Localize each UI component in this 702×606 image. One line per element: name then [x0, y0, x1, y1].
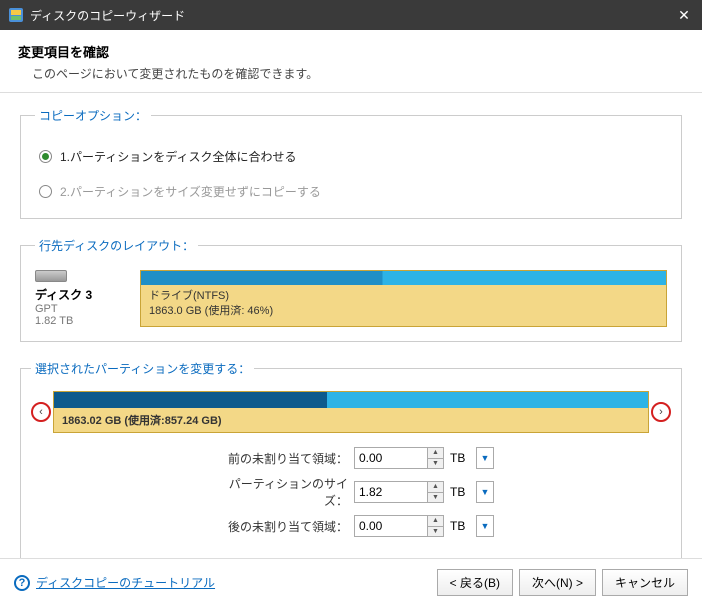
disk-icon — [35, 270, 67, 282]
resize-usage-bar — [54, 392, 648, 408]
unalloc-after-value: 0.00 — [359, 519, 382, 533]
unalloc-after-label: 後の未割り当て領域： — [208, 518, 348, 535]
unit-dropdown[interactable]: ▼ — [476, 481, 494, 503]
destination-layout-legend: 行先ディスクのレイアウト： — [35, 237, 198, 254]
tutorial-link[interactable]: ディスクコピーのチュートリアル — [36, 574, 215, 591]
chevron-down-icon: ▼ — [481, 487, 490, 497]
copy-option-1-label: 1.パーティションをディスク全体に合わせる — [60, 148, 296, 165]
unalloc-after-input[interactable]: 0.00 ▲▼ — [354, 515, 444, 537]
chevron-right-icon: › — [659, 406, 663, 418]
page-subtitle: このページにおいて変更されたものを確認できます。 — [32, 65, 684, 82]
spinner-down-icon[interactable]: ▼ — [427, 459, 443, 469]
copy-option-1[interactable]: 1.パーティションをディスク全体に合わせる — [39, 148, 667, 165]
resize-partition-group: 選択されたパーティションを変更する： ‹ 1863.02 GB (使用済:857… — [20, 360, 682, 560]
unit-label: TB — [450, 519, 470, 533]
partition-size-value: 1.82 — [359, 485, 382, 499]
copy-options-legend: コピーオプション： — [35, 107, 151, 124]
resize-handle-right[interactable]: › — [651, 402, 671, 422]
radio-icon — [39, 150, 52, 163]
unalloc-before-label: 前の未割り当て領域： — [208, 450, 348, 467]
chevron-left-icon: ‹ — [39, 406, 43, 418]
partition-label: ドライブ(NTFS) — [149, 289, 658, 304]
partition-box[interactable]: ドライブ(NTFS) 1863.0 GB (使用済: 46%) — [140, 270, 667, 327]
spinner-up-icon[interactable]: ▲ — [427, 482, 443, 493]
unalloc-before-value: 0.00 — [359, 451, 382, 465]
partition-usage-bar — [141, 271, 666, 285]
page-title: 変更項目を確認 — [18, 42, 684, 61]
unit-label: TB — [450, 485, 470, 499]
radio-icon — [39, 185, 52, 198]
disk-size: 1.82 TB — [35, 315, 130, 327]
close-icon[interactable]: ✕ — [674, 7, 694, 24]
resize-legend: 選択されたパーティションを変更する： — [31, 360, 254, 377]
disk-name: ディスク 3 — [35, 286, 130, 303]
partition-size: 1863.0 GB (使用済: 46%) — [149, 304, 658, 319]
spinner-down-icon[interactable]: ▼ — [427, 527, 443, 537]
destination-layout-group: 行先ディスクのレイアウト： ディスク 3 GPT 1.82 TB ドライブ(NT… — [20, 237, 682, 342]
resize-partition-box[interactable]: 1863.02 GB (使用済:857.24 GB) — [53, 391, 649, 433]
spinner-down-icon[interactable]: ▼ — [427, 493, 443, 503]
copy-options-group: コピーオプション： 1.パーティションをディスク全体に合わせる 2.パーティショ… — [20, 107, 682, 219]
titlebar: ディスクのコピーウィザード ✕ — [0, 0, 702, 30]
unit-label: TB — [450, 451, 470, 465]
partition-size-label: パーティションのサイズ： — [208, 475, 348, 509]
back-button[interactable]: < 戻る(B) — [437, 569, 513, 596]
page-header: 変更項目を確認 このページにおいて変更されたものを確認できます。 — [0, 30, 702, 93]
disk-type: GPT — [35, 303, 130, 315]
window-title: ディスクのコピーウィザード — [30, 7, 674, 24]
chevron-down-icon: ▼ — [481, 521, 490, 531]
resize-size-text: 1863.02 GB (使用済:857.24 GB) — [54, 408, 648, 432]
unit-dropdown[interactable]: ▼ — [476, 515, 494, 537]
spinner-up-icon[interactable]: ▲ — [427, 516, 443, 527]
help-icon: ? — [14, 575, 30, 591]
spinner-up-icon[interactable]: ▲ — [427, 448, 443, 459]
cancel-button[interactable]: キャンセル — [602, 569, 688, 596]
disk-info: ディスク 3 GPT 1.82 TB — [35, 270, 130, 327]
copy-option-2-label: 2.パーティションをサイズ変更せずにコピーする — [60, 183, 321, 200]
partition-size-input[interactable]: 1.82 ▲▼ — [354, 481, 444, 503]
footer: ? ディスクコピーのチュートリアル < 戻る(B) 次へ(N) > キャンセル — [0, 558, 702, 606]
chevron-down-icon: ▼ — [481, 453, 490, 463]
wizard-icon — [8, 7, 24, 23]
copy-option-2[interactable]: 2.パーティションをサイズ変更せずにコピーする — [39, 183, 667, 200]
unit-dropdown[interactable]: ▼ — [476, 447, 494, 469]
resize-handle-left[interactable]: ‹ — [31, 402, 51, 422]
next-button[interactable]: 次へ(N) > — [519, 569, 596, 596]
unalloc-before-input[interactable]: 0.00 ▲▼ — [354, 447, 444, 469]
